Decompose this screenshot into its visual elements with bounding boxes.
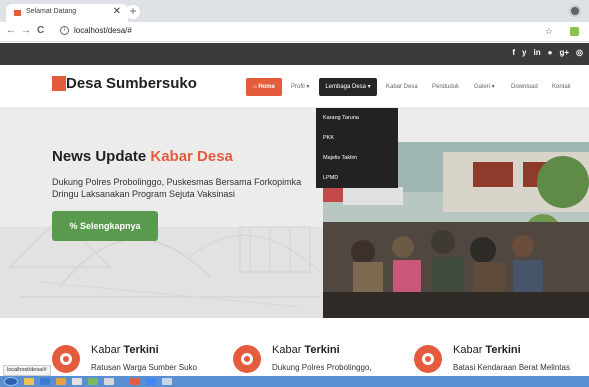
- site-topbar: f y in ● g+ ◎: [0, 43, 589, 65]
- kabar-excerpt: Dukung Polres Probolinggo,: [272, 363, 372, 372]
- tab-strip: Selamat Datang ✕ +: [0, 0, 589, 22]
- link-icon: %: [69, 221, 78, 231]
- browser-window: Selamat Datang ✕ + ← → C i localhost/des…: [0, 0, 589, 387]
- dropdown-item-lpmd[interactable]: LPMD: [323, 175, 338, 181]
- kabar-card[interactable]: Kabar Terkini Ratusan Warga Sumber Suko: [52, 341, 222, 381]
- read-more-button[interactable]: % Selengkapnya: [52, 211, 158, 241]
- dribbble-icon[interactable]: ◎: [576, 48, 583, 57]
- menu-download[interactable]: Download: [511, 78, 538, 96]
- url-text: localhost/desa/#: [74, 26, 132, 35]
- hero-title-accent: Kabar Desa: [150, 148, 233, 165]
- forward-arrow-icon[interactable]: →: [21, 25, 31, 36]
- start-button[interactable]: [4, 377, 18, 386]
- ie-icon[interactable]: [40, 378, 50, 385]
- menu-penduduk[interactable]: Penduduk: [432, 78, 459, 96]
- kabar-heading: Kabar Terkini: [272, 344, 340, 356]
- dropdown-item-karang-taruna[interactable]: Karang Taruna: [323, 115, 359, 121]
- close-tab-icon[interactable]: ✕: [113, 6, 121, 17]
- read-more-label: Selengkapnya: [80, 221, 141, 231]
- kabar-excerpt: Ratusan Warga Sumber Suko: [91, 363, 197, 372]
- app-icon[interactable]: [130, 378, 140, 385]
- url-field[interactable]: i localhost/desa/#: [58, 25, 558, 39]
- hero-title-prefix: News Update: [52, 148, 151, 165]
- chrome-icon[interactable]: [146, 378, 156, 385]
- profile-icon[interactable]: [569, 5, 581, 17]
- tab-title: Selamat Datang: [26, 8, 77, 15]
- kabar-card[interactable]: Kabar Terkini Batasi Kendaraan Berat Mel…: [414, 341, 584, 381]
- kabar-heading: Kabar Terkini: [91, 344, 159, 356]
- app-icon[interactable]: [88, 378, 98, 385]
- lembaga-desa-dropdown: Karang Taruna PKK Majelis Taklim LPMD: [316, 108, 398, 188]
- folder-icon[interactable]: [56, 378, 66, 385]
- hero-title: News Update Kabar Desa: [52, 148, 233, 165]
- logo-mark: [52, 76, 66, 91]
- kabar-card[interactable]: Kabar Terkini Dukung Polres Probolinggo,: [233, 341, 403, 381]
- menu-kontak[interactable]: Kontak: [552, 78, 571, 96]
- lifebuoy-icon: [233, 345, 261, 373]
- extension-icon[interactable]: [570, 27, 579, 36]
- menu-home[interactable]: ⌂ Home: [246, 78, 282, 96]
- app-icon[interactable]: [104, 378, 114, 385]
- bookmark-star-icon[interactable]: ☆: [545, 26, 553, 37]
- menu-home-label: Home: [258, 84, 275, 90]
- home-icon: ⌂: [253, 84, 257, 90]
- menu-lembaga-desa[interactable]: Lembaga Desa ▾: [319, 78, 377, 96]
- twitter-icon[interactable]: y: [522, 48, 526, 57]
- pinterest-icon[interactable]: ●: [548, 48, 553, 57]
- linkedin-icon[interactable]: in: [534, 48, 541, 57]
- site-header: Desa Sumbersuko ⌂ Home Profil ▾ Lembaga …: [0, 65, 589, 107]
- back-arrow-icon[interactable]: ←: [6, 25, 16, 36]
- facebook-icon[interactable]: f: [512, 48, 515, 57]
- dropdown-item-pkk[interactable]: PKK: [323, 135, 334, 141]
- browser-tab[interactable]: Selamat Datang ✕: [6, 4, 128, 22]
- menu-profil[interactable]: Profil ▾: [291, 78, 309, 96]
- menu-galeri[interactable]: Galeri ▾: [474, 78, 495, 96]
- lifebuoy-icon: [52, 345, 80, 373]
- lifebuoy-icon: [414, 345, 442, 373]
- explorer-icon[interactable]: [24, 378, 34, 385]
- menu-kabar-desa[interactable]: Kabar Desa: [386, 78, 418, 96]
- google-plus-icon[interactable]: g+: [559, 48, 569, 57]
- app-icon[interactable]: [72, 378, 82, 385]
- reload-icon[interactable]: C: [37, 25, 44, 36]
- site-logo[interactable]: Desa Sumbersuko: [66, 75, 197, 92]
- os-taskbar: [0, 376, 589, 387]
- favicon-icon: [14, 10, 21, 16]
- app-icon[interactable]: [162, 378, 172, 385]
- dropdown-item-majelis-taklim[interactable]: Majelis Taklim: [323, 155, 357, 161]
- hero-subtitle: Dukung Polres Probolinggo, Puskesmas Ber…: [52, 177, 302, 199]
- address-bar: ← → C i localhost/desa/# ☆: [0, 22, 589, 42]
- status-url: localhost/desa/#: [3, 365, 51, 376]
- new-tab-button[interactable]: +: [126, 5, 140, 19]
- kabar-excerpt: Batasi Kendaraan Berat Melintas: [453, 363, 570, 372]
- info-icon[interactable]: i: [60, 26, 69, 35]
- social-links: f y in ● g+ ◎: [512, 48, 583, 57]
- kabar-heading: Kabar Terkini: [453, 344, 521, 356]
